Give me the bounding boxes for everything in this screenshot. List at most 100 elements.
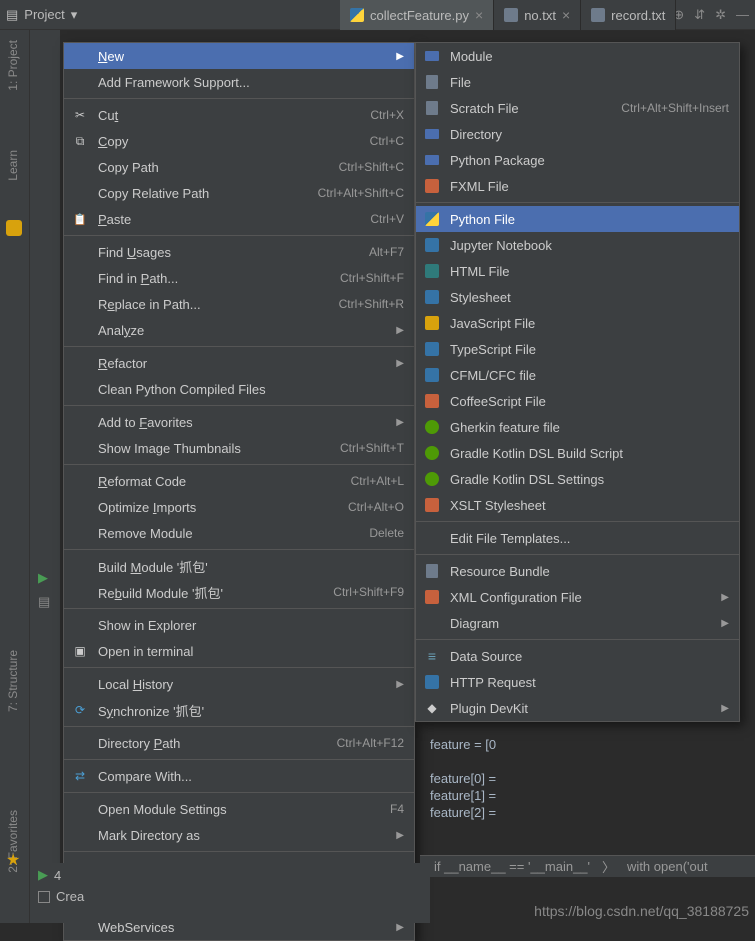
submenu-arrow-icon: ▶ — [396, 417, 404, 428]
context-item-replace-in-path[interactable]: Replace in Path...Ctrl+Shift+R — [64, 291, 414, 317]
new-item-xml-configuration-file[interactable]: XML Configuration File▶ — [416, 584, 739, 610]
context-item-open-module-settings[interactable]: Open Module SettingsF4 — [64, 796, 414, 822]
new-item-stylesheet[interactable]: Stylesheet — [416, 284, 739, 310]
new-item-diagram[interactable]: Diagram▶ — [416, 610, 739, 636]
new-item-plugin-devkit[interactable]: ◆Plugin DevKit▶ — [416, 695, 739, 721]
new-item-coffeescript-file[interactable]: CoffeeScript File — [416, 388, 739, 414]
context-item-refactor[interactable]: Refactor▶ — [64, 350, 414, 376]
context-item-new[interactable]: New▶ — [64, 43, 414, 69]
context-item-show-image-thumbnails[interactable]: Show Image ThumbnailsCtrl+Shift+T — [64, 435, 414, 461]
file-type-icon — [424, 315, 440, 331]
menu-item-label: Python File — [450, 212, 729, 227]
new-item-gherkin-feature-file[interactable]: Gherkin feature file — [416, 414, 739, 440]
context-item-compare-with[interactable]: ⇄Compare With... — [64, 763, 414, 789]
new-item-http-request[interactable]: HTTP Request — [416, 669, 739, 695]
tab-collectfeature[interactable]: collectFeature.py × — [340, 0, 494, 30]
menu-item-label: Rebuild Module '抓包' — [98, 583, 323, 602]
context-item-remove-module[interactable]: Remove ModuleDelete — [64, 520, 414, 546]
menu-item-label: Open in terminal — [98, 644, 404, 659]
new-item-gradle-kotlin-dsl-build-script[interactable]: Gradle Kotlin DSL Build Script — [416, 440, 739, 466]
context-item-reformat-code[interactable]: Reformat CodeCtrl+Alt+L — [64, 468, 414, 494]
blank-icon — [424, 615, 440, 631]
context-item-add-to-favorites[interactable]: Add to Favorites▶ — [64, 409, 414, 435]
new-item-html-file[interactable]: HTML File — [416, 258, 739, 284]
checkbox-icon[interactable] — [38, 891, 50, 903]
context-item-build-module[interactable]: Build Module '抓包' — [64, 553, 414, 579]
breadcrumb-item[interactable]: with open('out — [621, 859, 714, 874]
run-icon[interactable]: ▶ — [38, 867, 48, 883]
blank-icon — [72, 244, 88, 260]
rail-learn[interactable]: Learn — [6, 150, 20, 181]
context-item-copy-relative-path[interactable]: Copy Relative PathCtrl+Alt+Shift+C — [64, 180, 414, 206]
new-item-data-source[interactable]: ≡Data Source — [416, 643, 739, 669]
context-item-show-in-explorer[interactable]: Show in Explorer — [64, 612, 414, 638]
menu-separator — [64, 346, 414, 347]
rail-project[interactable]: 1: Project — [6, 40, 20, 91]
menu-separator — [64, 759, 414, 760]
file-icon — [424, 100, 440, 116]
collapse-icon[interactable]: ⇵ — [694, 7, 705, 23]
context-item-cut[interactable]: ✂CutCtrl+X — [64, 102, 414, 128]
context-menu: New▶Add Framework Support... ✂CutCtrl+X⧉C… — [63, 42, 415, 941]
context-item-add-framework-support[interactable]: Add Framework Support... — [64, 69, 414, 95]
context-item-synchronize[interactable]: ⟳Synchronize '抓包' — [64, 697, 414, 723]
new-item-edit-file-templates[interactable]: Edit File Templates... — [416, 525, 739, 551]
new-item-gradle-kotlin-dsl-settings[interactable]: Gradle Kotlin DSL Settings — [416, 466, 739, 492]
tab-no[interactable]: no.txt × — [494, 0, 581, 30]
tab-record[interactable]: record.txt — [581, 0, 676, 30]
star-icon[interactable]: ★ — [6, 850, 22, 866]
context-item-open-in-terminal[interactable]: ▣Open in terminal — [64, 638, 414, 664]
folder-icon — [424, 48, 440, 64]
blank-icon — [72, 381, 88, 397]
run-gutter-icon[interactable]: ▶ — [38, 570, 48, 586]
context-item-local-history[interactable]: Local History▶ — [64, 671, 414, 697]
close-icon[interactable]: × — [562, 7, 570, 23]
context-item-analyze[interactable]: Analyze▶ — [64, 317, 414, 343]
structure-gutter-icon[interactable]: ▤ — [38, 594, 50, 610]
text-file-icon — [591, 8, 605, 22]
new-item-python-package[interactable]: Python Package — [416, 147, 739, 173]
plugin-icon: ◆ — [424, 700, 440, 716]
new-item-cfml-cfc-file[interactable]: CFML/CFC file — [416, 362, 739, 388]
context-item-directory-path[interactable]: Directory PathCtrl+Alt+F12 — [64, 730, 414, 756]
context-item-copy[interactable]: ⧉CopyCtrl+C — [64, 128, 414, 154]
new-item-jupyter-notebook[interactable]: Jupyter Notebook — [416, 232, 739, 258]
new-item-resource-bundle[interactable]: Resource Bundle — [416, 558, 739, 584]
folder-icon — [424, 126, 440, 142]
menu-item-label: Gradle Kotlin DSL Settings — [450, 472, 729, 487]
submenu-arrow-icon: ▶ — [396, 358, 404, 369]
context-item-optimize-imports[interactable]: Optimize ImportsCtrl+Alt+O — [64, 494, 414, 520]
new-item-xslt-stylesheet[interactable]: XSLT Stylesheet — [416, 492, 739, 518]
context-item-paste[interactable]: 📋PasteCtrl+V — [64, 206, 414, 232]
settings-icon[interactable]: ✲ — [715, 7, 726, 23]
menu-item-label: Diagram — [450, 616, 711, 631]
database-icon: ≡ — [424, 648, 440, 664]
new-item-module[interactable]: Module — [416, 43, 739, 69]
project-tool-button[interactable]: ▤ Project ▾ — [6, 7, 77, 23]
bottom-panel: ▶ 4 Crea — [30, 863, 430, 923]
paste-icon: 📋 — [72, 211, 88, 227]
context-item-copy-path[interactable]: Copy PathCtrl+Shift+C — [64, 154, 414, 180]
menu-shortcut: Delete — [369, 526, 404, 540]
shield-icon[interactable] — [6, 220, 22, 236]
hide-icon[interactable]: — — [736, 7, 749, 23]
blank-icon — [72, 617, 88, 633]
new-item-scratch-file[interactable]: Scratch FileCtrl+Alt+Shift+Insert — [416, 95, 739, 121]
context-item-mark-directory-as[interactable]: Mark Directory as▶ — [64, 822, 414, 848]
rail-structure[interactable]: 7: Structure — [6, 650, 20, 712]
context-item-find-in-path[interactable]: Find in Path...Ctrl+Shift+F — [64, 265, 414, 291]
editor-code: feature = [0 feature[0] = feature[1] = f… — [430, 720, 500, 822]
python-file-icon — [350, 8, 364, 22]
new-item-file[interactable]: File — [416, 69, 739, 95]
menu-item-label: Copy Relative Path — [98, 186, 308, 201]
breadcrumb-item[interactable]: if __name__ == '__main__' — [428, 859, 596, 874]
new-item-python-file[interactable]: Python File — [416, 206, 739, 232]
close-icon[interactable]: × — [475, 7, 483, 23]
context-item-find-usages[interactable]: Find UsagesAlt+F7 — [64, 239, 414, 265]
new-item-typescript-file[interactable]: TypeScript File — [416, 336, 739, 362]
context-item-rebuild-module[interactable]: Rebuild Module '抓包'Ctrl+Shift+F9 — [64, 579, 414, 605]
new-item-directory[interactable]: Directory — [416, 121, 739, 147]
new-item-fxml-file[interactable]: FXML File — [416, 173, 739, 199]
context-item-clean-python-compiled-files[interactable]: Clean Python Compiled Files — [64, 376, 414, 402]
new-item-javascript-file[interactable]: JavaScript File — [416, 310, 739, 336]
